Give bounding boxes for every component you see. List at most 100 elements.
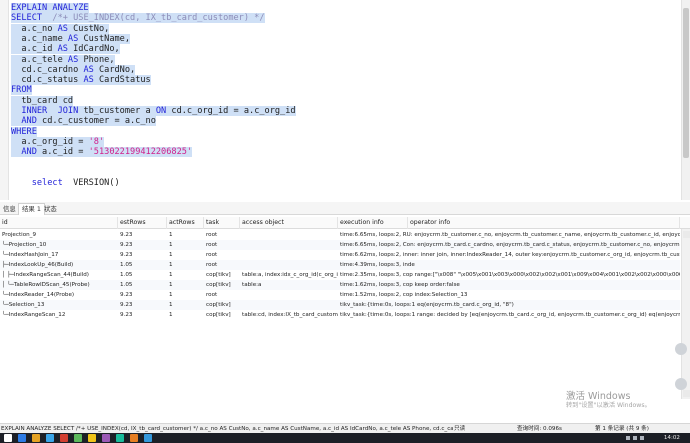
sql-editor[interactable]: EXPLAIN ANALYZE SELECT /*+ USE_INDEX(cd, … (0, 0, 690, 200)
table-cell[interactable]: └─Selection_13 (0, 300, 118, 310)
code-line[interactable]: cd.c_status AS CardStatus (11, 75, 151, 86)
table-cell[interactable]: 9.23 (118, 230, 167, 240)
table-cell[interactable]: time:6.65ms, loops:2, Con: enjoycrm.tb_c… (338, 240, 680, 250)
table-cell[interactable]: 1 (167, 270, 204, 280)
mail-icon[interactable] (60, 434, 68, 442)
column-header-access-object[interactable]: access object (240, 217, 338, 229)
table-cell[interactable]: ├─IndexLookUp_46(Build) (0, 260, 118, 270)
table-cell[interactable]: 9.23 (118, 290, 167, 300)
table-cell[interactable]: root (204, 240, 240, 250)
table-cell[interactable]: table:cd, index:IX_tb_card_customer( (240, 310, 338, 320)
status-bar: EXPLAIN ANALYZE SELECT /*+ USE_INDEX(cd,… (0, 423, 690, 433)
table-cell[interactable]: tikv_task:{time:0s, loops:1 eq(enjoycrm.… (338, 300, 680, 310)
table-cell[interactable]: time:6.62ms, loops:2, inner: inner join,… (338, 250, 680, 260)
table-row[interactable]: └─IndexHashJoin_17 9.23 1 root time:6.62ms, … (0, 250, 680, 260)
table-cell[interactable]: 9.23 (118, 240, 167, 250)
table-cell[interactable]: table:a, index:idx_c_org_id(c_org_id, (240, 270, 338, 280)
table-row[interactable]: └─Projection_10 9.23 1 root time:6.65ms, loo… (0, 240, 680, 250)
table-cell[interactable]: 9.23 (118, 310, 167, 320)
office-icon[interactable] (130, 434, 138, 442)
table-cell[interactable]: └─IndexReader_14(Probe) (0, 290, 118, 300)
table-cell[interactable]: 1 (167, 230, 204, 240)
explorer-icon[interactable] (32, 434, 40, 442)
table-row[interactable]: └─IndexRangeScan_12 9.23 1 cop[tikv] table:c… (0, 310, 680, 320)
browser-icon[interactable] (46, 434, 54, 442)
column-header-task[interactable]: task (204, 217, 240, 229)
table-row[interactable]: │ └─TableRowIDScan_45(Probe) 1.05 1 cop[tik… (0, 280, 680, 290)
column-header-actrows[interactable]: actRows (167, 217, 204, 229)
table-scrollbar[interactable] (681, 229, 690, 399)
tray-volume-icon[interactable] (633, 436, 637, 440)
column-header-operator-info[interactable]: operator info (408, 217, 680, 229)
table-cell[interactable]: └─IndexHashJoin_17 (0, 250, 118, 260)
table-cell[interactable]: tikv_task:{time:0s, loops:1 range: decid… (338, 310, 680, 320)
folder-icon[interactable] (88, 434, 96, 442)
scroll-down-round-button[interactable] (675, 378, 687, 390)
table-cell[interactable]: 1.05 (118, 280, 167, 290)
code-token: AS (67, 54, 79, 65)
code-token: SELECT (11, 13, 53, 24)
table-cell[interactable]: time:4.39ms, loops:3, inde (338, 260, 680, 270)
table-row[interactable]: └─IndexReader_14(Probe) 9.23 1 root time:1.5… (0, 290, 680, 300)
tab-info[interactable]: 信息 (0, 204, 19, 215)
table-cell[interactable]: root (204, 290, 240, 300)
tray-network-icon[interactable] (626, 436, 630, 440)
table-cell[interactable]: 1 (167, 290, 204, 300)
table-cell[interactable]: └─Projection_10 (0, 240, 118, 250)
code-line[interactable]: select VERSION() (11, 178, 120, 189)
table-cell[interactable]: 9.23 (118, 300, 167, 310)
table-row[interactable]: ├─IndexLookUp_46(Build) 1.05 1 root time:4.3… (0, 260, 680, 270)
table-cell[interactable]: Projection_9 (0, 230, 118, 240)
table-cell[interactable]: └─IndexRangeScan_12 (0, 310, 118, 320)
code-line-content: select VERSION() (11, 178, 120, 188)
code-token: CardStatus (93, 75, 151, 86)
table-cell[interactable]: │ ├─IndexRangeScan_44(Build) (0, 270, 118, 280)
chat-icon[interactable] (74, 434, 82, 442)
table-cell[interactable]: │ └─TableRowIDScan_45(Probe) (0, 280, 118, 290)
table-row[interactable]: └─Selection_13 9.23 1 cop[tikv] tikv_task:{t… (0, 300, 680, 310)
start-icon[interactable] (4, 434, 12, 442)
table-row[interactable]: │ ├─IndexRangeScan_44(Build) 1.05 1 cop[tik… (0, 270, 680, 280)
table-cell[interactable]: root (204, 260, 240, 270)
table-cell[interactable]: 1.05 (118, 270, 167, 280)
tab-status[interactable]: 状态 (41, 204, 60, 215)
table-cell[interactable]: 1 (167, 310, 204, 320)
table-cell[interactable]: 1 (167, 300, 204, 310)
scroll-down-arrow-icon[interactable] (683, 390, 690, 397)
scroll-up-arrow-icon[interactable] (683, 231, 690, 238)
editor-scrollbar[interactable] (681, 0, 690, 200)
table-cell[interactable]: 1 (167, 250, 204, 260)
table-cell[interactable]: time:6.65ms, loops:2, RU: enjoycrm.tb_cu… (338, 230, 680, 240)
terminal-icon[interactable] (116, 434, 124, 442)
table-cell[interactable]: table:a (240, 280, 338, 290)
table-cell[interactable]: 1 (167, 260, 204, 270)
table-cell[interactable]: time:1.52ms, loops:2, cop index:Selectio… (338, 290, 680, 300)
table-cell[interactable]: root (204, 230, 240, 240)
code-line-content: a.c_no AS CustNo, (11, 23, 110, 34)
code-token: a.c_id (11, 44, 58, 55)
table-cell[interactable]: 1 (167, 280, 204, 290)
column-header-execution-info[interactable]: execution info (338, 217, 408, 229)
code-line[interactable]: AND a.c_id = '513022199412206825' (11, 147, 193, 158)
table-row[interactable]: Projection_9 9.23 1 root time:6.65ms, loops:… (0, 230, 680, 240)
editor-scrollbar-thumb[interactable] (683, 8, 689, 158)
table-cell[interactable]: cop[tikv] (204, 280, 240, 290)
table-cell[interactable]: 1 (167, 240, 204, 250)
table-cell[interactable]: time:2.35ms, loops:3, cop range:["\x008"… (338, 270, 680, 280)
table-cell[interactable]: 1.05 (118, 260, 167, 270)
taskbar-clock[interactable]: 14:02 (664, 433, 680, 443)
code-line-content: cd.c_status AS CardStatus (11, 75, 151, 86)
table-cell[interactable]: cop[tikv] (204, 270, 240, 280)
search-icon[interactable] (18, 434, 26, 442)
column-header-estrows[interactable]: estRows (118, 217, 167, 229)
table-cell[interactable]: time:1.62ms, loops:3, cop keep order:fal… (338, 280, 680, 290)
table-cell[interactable]: root (204, 250, 240, 260)
table-cell[interactable]: 9.23 (118, 250, 167, 260)
db-tool-icon[interactable] (144, 434, 152, 442)
scroll-up-round-button[interactable] (675, 343, 687, 355)
table-cell[interactable]: cop[tikv] (204, 310, 240, 320)
table-cell[interactable]: cop[tikv] (204, 300, 240, 310)
tray-ime-icon[interactable] (640, 436, 644, 440)
column-header-id[interactable]: id (0, 217, 118, 229)
app-icon[interactable] (102, 434, 110, 442)
